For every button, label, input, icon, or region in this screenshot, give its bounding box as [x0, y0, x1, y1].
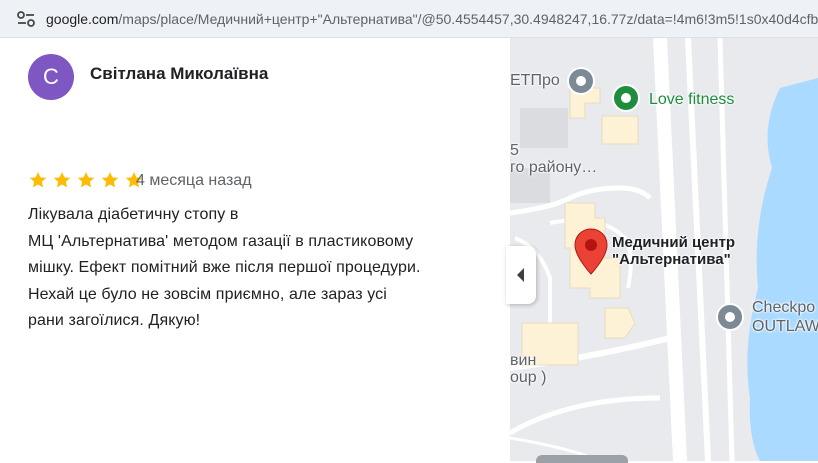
review-text-line: мішку. Ефект помітний вже після першої п… [28, 259, 421, 276]
url-text[interactable]: google.com/maps/place/Медичний+центр+"Ал… [46, 11, 818, 27]
review-text-line: МЦ 'Альтернатива' методом газації в плас… [28, 232, 414, 250]
review-text: Лікувала діабетичну стопу в МЦ 'Альтерна… [28, 202, 478, 335]
review-text-line: Лікувала діабетичну стопу в [28, 206, 239, 223]
map-label-place-line1[interactable]: Медичний центр [612, 234, 735, 251]
map-label-district[interactable]: го району… [510, 159, 597, 177]
map-label-etpro[interactable]: ЕТПро [510, 72, 560, 90]
map-label-vin-line2[interactable]: oup ) [510, 369, 546, 387]
url-path: /maps/place/Медичний+центр+"Альтернатива… [118, 11, 818, 27]
map-label-place-line2[interactable]: "Альтернатива" [612, 251, 731, 268]
fitness-marker-icon[interactable] [611, 83, 641, 113]
avatar[interactable]: С [28, 54, 74, 100]
site-info-icon[interactable] [16, 10, 36, 28]
map-label-love-fitness[interactable]: Love fitness [649, 91, 734, 109]
map-label-vin-line1[interactable]: вин [510, 352, 536, 370]
address-bar[interactable]: google.com/maps/place/Медичний+центр+"Ал… [0, 0, 818, 38]
chevron-left-icon [517, 268, 524, 282]
map-label-checkpoint-line2[interactable]: OUTLAW [752, 318, 818, 336]
place-pin-icon[interactable] [574, 228, 608, 276]
star-icon [52, 170, 72, 190]
map-canvas[interactable]: ЕТПро Love fitness 5 го району… Медичний… [510, 38, 818, 461]
star-icon [76, 170, 96, 190]
photo-thumbnail[interactable] [536, 455, 628, 463]
poi-marker-icon[interactable] [715, 302, 745, 332]
star-icon [28, 170, 48, 190]
collapse-panel-button[interactable] [506, 246, 536, 304]
star-rating [28, 170, 143, 192]
poi-marker-icon[interactable] [566, 66, 596, 96]
url-domain: google.com [46, 11, 119, 27]
review-text-line: Нехай це було не зовсім приємно, але зар… [28, 285, 387, 303]
review-text-line: рани загоїлися. Дякую! [28, 312, 201, 329]
review-date: 4 месяца назад [136, 172, 252, 189]
map-label-district-number: 5 [510, 142, 519, 159]
star-icon [100, 170, 120, 190]
map-label-checkpoint-line1[interactable]: Checkpo [752, 299, 815, 317]
review-author-name[interactable]: Світлана Миколаївна [90, 64, 268, 84]
